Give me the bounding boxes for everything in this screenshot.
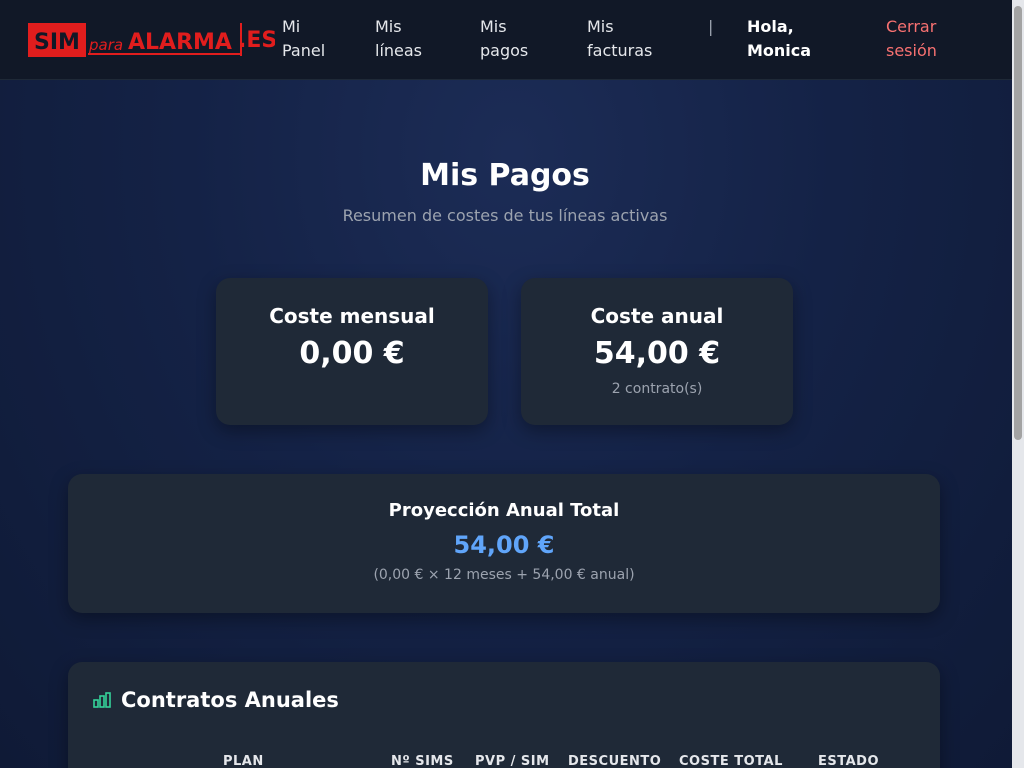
- user-greeting: Hola, Monica: [747, 17, 812, 60]
- column-header-num-sims[interactable]: Nº SIMS: [391, 754, 454, 768]
- annual-projection-card: Proyección Anual Total 54,00 € (0,00 € ×…: [68, 474, 940, 613]
- nav-separator: |: [708, 17, 714, 36]
- logo-alarma-text: ALARMA: [128, 30, 232, 55]
- contract-count: 2 contrato(s): [611, 381, 703, 397]
- logo-sim-text: SIM: [34, 30, 80, 55]
- monthly-cost-value: 0,00 €: [299, 336, 405, 371]
- column-header-descuento[interactable]: DESCUENTO: [568, 754, 661, 768]
- annual-cost-label: Coste anual: [590, 304, 724, 328]
- nav-mis-facturas[interactable]: Mis facturas: [587, 15, 652, 63]
- monthly-cost-label: Coste mensual: [269, 304, 435, 328]
- nav-mis-pagos[interactable]: Mis pagos: [480, 15, 528, 63]
- page-subtitle: Resumen de costes de tus líneas activas: [342, 206, 668, 225]
- logo-es-text: .ES: [238, 28, 275, 53]
- column-header-pvp-sim[interactable]: PVP / SIM: [475, 754, 550, 768]
- annual-cost-value: 54,00 €: [593, 336, 721, 371]
- contracts-title: Contratos Anuales: [121, 688, 339, 712]
- bar-chart-icon: [93, 692, 111, 708]
- monthly-cost-card: Coste mensual 0,00 €: [216, 278, 488, 425]
- page-title: Mis Pagos: [420, 158, 590, 193]
- scrollbar-thumb[interactable]: [1014, 6, 1022, 440]
- simparaalarma-logo[interactable]: SIM para ALARMA .ES: [28, 23, 275, 57]
- nav-mi-panel[interactable]: Mi Panel: [282, 15, 325, 63]
- nav-mis-lineas[interactable]: Mis líneas: [375, 15, 422, 63]
- contracts-header: Contratos Anuales: [93, 688, 339, 712]
- logo-para-text: para: [88, 36, 123, 54]
- page-scrollbar[interactable]: [1012, 0, 1024, 768]
- projection-value: 54,00 €: [453, 531, 555, 559]
- top-navbar: SIM para ALARMA .ES Mi Panel Mis líneas …: [0, 0, 1024, 80]
- annual-contracts-card: Contratos Anuales PLAN Nº SIMS PVP / SIM…: [68, 662, 940, 768]
- projection-label: Proyección Anual Total: [388, 500, 620, 521]
- column-header-plan[interactable]: PLAN: [223, 754, 264, 768]
- annual-cost-card: Coste anual 54,00 € 2 contrato(s): [521, 278, 793, 425]
- column-header-estado[interactable]: ESTADO: [818, 754, 879, 768]
- projection-formula: (0,00 € × 12 meses + 54,00 € anual): [373, 567, 635, 583]
- column-header-coste-total[interactable]: COSTE TOTAL: [679, 754, 783, 768]
- logout-link[interactable]: Cerrar sesión: [886, 15, 937, 63]
